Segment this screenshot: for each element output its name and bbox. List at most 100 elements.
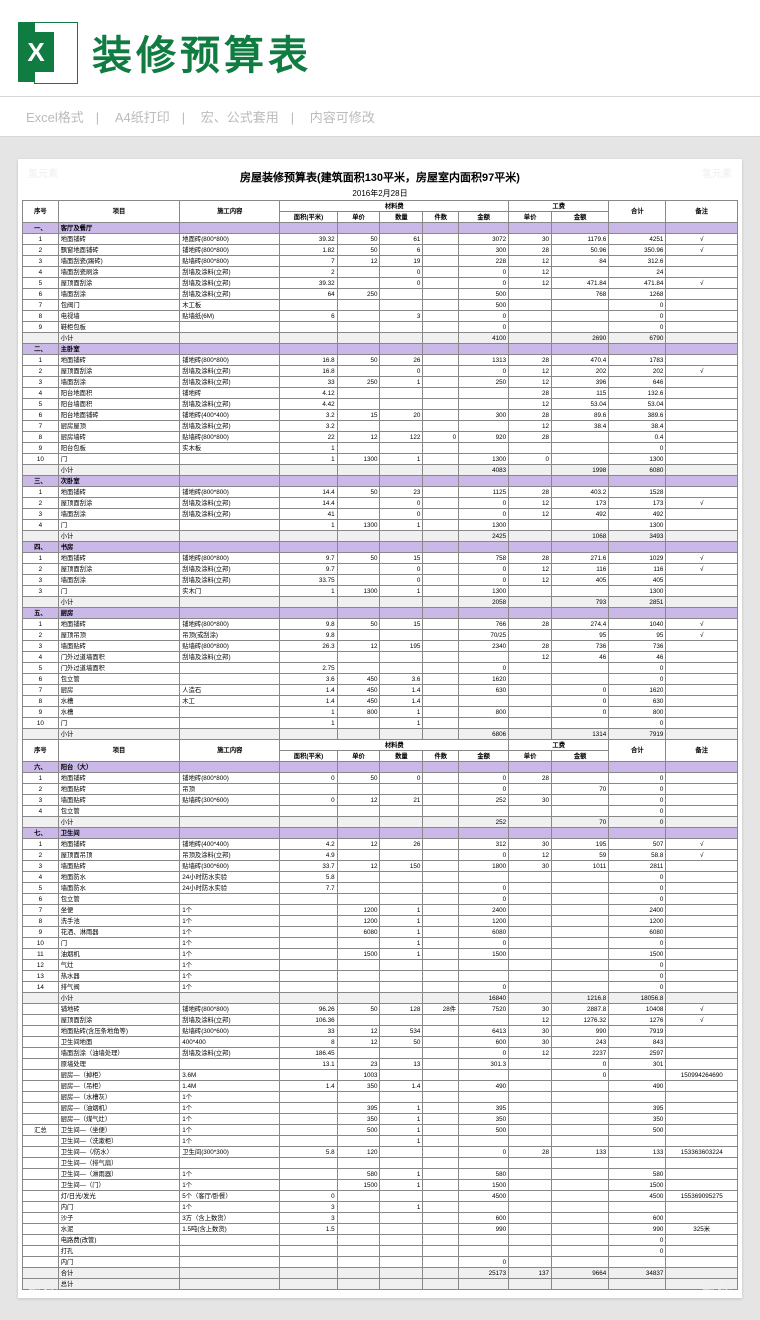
table-head: 序号项目施工内容材料费工费合计备注面积(平米)单价数量件数金额单价金额 bbox=[23, 201, 738, 223]
meta-format: Excel格式 bbox=[26, 110, 84, 125]
table-row: 2飘窗地面铺砖铺地砖(800*800)1.825063002850.96350.… bbox=[23, 245, 738, 256]
table-row: 8水槽木工1.44501.40630 bbox=[23, 696, 738, 707]
table-row: 9鞋柜包板00 bbox=[23, 322, 738, 333]
table-row: 11油烟机1个1500115001500 bbox=[23, 949, 738, 960]
table-row: 3墙面贴砖贴墙砖(300*600)33.71215018003010112811 bbox=[23, 861, 738, 872]
table-row: 3墙面贴砖贴墙砖(300*600)01221252300 bbox=[23, 795, 738, 806]
table-row: 5门外过道墙面积2.7500 bbox=[23, 663, 738, 674]
table-row: 卫生间—（淋雨器）1个5801580580 bbox=[23, 1169, 738, 1180]
table-row: 13热水器1个0 bbox=[23, 971, 738, 982]
table-row: 5屋顶面刮涂刮墙及涂料(立邦)39.320012471.84471.84√ bbox=[23, 278, 738, 289]
table-row: 5墙面防水24小时防水实验7.700 bbox=[23, 883, 738, 894]
table-row: 汇总卫生间—（坐便）1个5001500500 bbox=[23, 1125, 738, 1136]
table-row: 4阳台地面积铺地砖4.1228115132.6 bbox=[23, 388, 738, 399]
table-row: 地面贴砖(含压条地角等)贴墙砖(300*600)3312534641330990… bbox=[23, 1026, 738, 1037]
table-row: 1地面铺砖铺地砖(800*800)05000280 bbox=[23, 773, 738, 784]
table-row: 内门0 bbox=[23, 1257, 738, 1268]
table-row: 小计242510683493 bbox=[23, 531, 738, 542]
table-row: 7厨房人造石1.44501.463001620 bbox=[23, 685, 738, 696]
table-row: 10门1个100 bbox=[23, 938, 738, 949]
table-row: 4包立管0 bbox=[23, 806, 738, 817]
table-row: 三、次卧室 bbox=[23, 476, 738, 487]
table-row: 六、阳台（大） bbox=[23, 762, 738, 773]
table-row: 总计 bbox=[23, 1279, 738, 1290]
table-row: 2地面贴砖吊顶0700 bbox=[23, 784, 738, 795]
table-row: 4门11300113001300 bbox=[23, 520, 738, 531]
table-row: 3墙面刮涂刮墙及涂料(立邦)410012492492 bbox=[23, 509, 738, 520]
table-row: 一、客厅及餐厅 bbox=[23, 223, 738, 234]
table-row: 灯/日光/发光5个（客厅/卧餐）045004500155369095275 bbox=[23, 1191, 738, 1202]
table-row: 8厨房墙砖贴墙砖(800*800)22121220920280.4 bbox=[23, 432, 738, 443]
table-row: 2屋顶面吊顶吊顶及涂料(立邦)4.90125958.8√ bbox=[23, 850, 738, 861]
table-row: 7厨房屋顶刮墙及涂料(立邦)3.21238.438.4 bbox=[23, 421, 738, 432]
table-row: 水泥1.5吨(含上数货)1.5990990325米 bbox=[23, 1224, 738, 1235]
sheet-title: 房屋装修预算表(建筑面积130平米，房屋室内面积97平米) bbox=[22, 167, 738, 187]
table-row: 3墙面刮涂刮墙及涂料(立邦)33.750012405405 bbox=[23, 575, 738, 586]
table-row: 铺地砖铺地砖(800*800)96.265012828件7520302887.8… bbox=[23, 1004, 738, 1015]
table-row: 1地面铺砖铺地砖(800*800)9.8501576628274.41040√ bbox=[23, 619, 738, 630]
table-row: 小计408319986080 bbox=[23, 465, 738, 476]
table-row: 9水槽180018000800 bbox=[23, 707, 738, 718]
table-row: 7坐便1个1200124002400 bbox=[23, 905, 738, 916]
table-row: 2屋顶吊顶吊顶(或刮涂)9.870/259595√ bbox=[23, 630, 738, 641]
table-row: 墙面刮涂（油墙处理）刮墙及涂料(立邦)186.4501222372597 bbox=[23, 1048, 738, 1059]
table-row: 屋顶面刮涂刮墙及涂料(立邦)106.36121276.321276√ bbox=[23, 1015, 738, 1026]
meta-bar: Excel格式| A4纸打印| 宏、公式套用| 内容可修改 bbox=[0, 97, 760, 137]
table-row: 小计410026906790 bbox=[23, 333, 738, 344]
table-row: 小计168401216.818056.8 bbox=[23, 993, 738, 1004]
table-row: 4门外过道墙面积刮墙及涂料(立邦)124646 bbox=[23, 652, 738, 663]
table-row: 五、厨房 bbox=[23, 608, 738, 619]
page-body: 氢元素 氢元素 氢元素 氢元素 房屋装修预算表(建筑面积130平米，房屋室内面积… bbox=[0, 137, 760, 1320]
table-row: 1地面铺砖铺地砖(400*400)4.2122631230195507√ bbox=[23, 839, 738, 850]
table-row: 卫生间—（排气扇） bbox=[23, 1158, 738, 1169]
table-row: 合计25173137966434837 bbox=[23, 1268, 738, 1279]
table-row: 12气灶1个0 bbox=[23, 960, 738, 971]
table-row: 原墙处理13.12313301.30301 bbox=[23, 1059, 738, 1070]
meta-macro: 宏、公式套用 bbox=[201, 110, 279, 125]
table-row: 卫生间—（门）1个1500115001500 bbox=[23, 1180, 738, 1191]
table-row: 2屋顶面刮涂刮墙及涂料(立邦)16.80012202202√ bbox=[23, 366, 738, 377]
spreadsheet-preview: 氢元素 氢元素 氢元素 氢元素 房屋装修预算表(建筑面积130平米，房屋室内面积… bbox=[18, 159, 742, 1298]
table-row: 10门113001130001300 bbox=[23, 454, 738, 465]
table-row: 3墙面刮涂刮墙及涂料(立邦)33250125012396646 bbox=[23, 377, 738, 388]
table-row: 厨房—（吊柜）1.4M1.43501.4490490 bbox=[23, 1081, 738, 1092]
table-row: 2屋顶面刮涂刮墙及涂料(立邦)14.40012173173√ bbox=[23, 498, 738, 509]
table-row: 3墙面贴砖贴墙砖(800*800)26.312195234028736736 bbox=[23, 641, 738, 652]
table-row: 9阳台包板实木板10 bbox=[23, 443, 738, 454]
page-title: 装修预算表 bbox=[92, 23, 312, 81]
table-row: 4墙面刮瓷刷涂刮墙及涂料(立邦)2001224 bbox=[23, 267, 738, 278]
table-row: 二、主卧室 bbox=[23, 344, 738, 355]
table-row: 3墙面刮瓷(踢砖)贴墙砖(800*800)712192281284312.6 bbox=[23, 256, 738, 267]
table-row: 6墙面刮涂刮墙及涂料(立邦)642505007681268 bbox=[23, 289, 738, 300]
table-row: 小计20587932851 bbox=[23, 597, 738, 608]
table-row: 1地面铺砖地面砖(800*800)39.3250613072301179.642… bbox=[23, 234, 738, 245]
table-row: 沙子3方（含上数货）3600600 bbox=[23, 1213, 738, 1224]
table-row: 厨房—（水槽灰）1个 bbox=[23, 1092, 738, 1103]
meta-edit: 内容可修改 bbox=[310, 110, 375, 125]
table-row: 10门110 bbox=[23, 718, 738, 729]
table-row: 6包立管3.64503.616200 bbox=[23, 674, 738, 685]
table-row: 厨房—（煤气灶）1个3501350350 bbox=[23, 1114, 738, 1125]
table-row: 9花洒、淋雨器1个6080160806080 bbox=[23, 927, 738, 938]
table-row: 4地面防水24小时防水实验5.80 bbox=[23, 872, 738, 883]
table-row: 6阳台地面铺砖铺地砖(400*400)3.215203002889.6389.6 bbox=[23, 410, 738, 421]
table-row: 8洗手池1个1200112001200 bbox=[23, 916, 738, 927]
meta-print: A4纸打印 bbox=[115, 110, 170, 125]
table-row: 1地面铺砖铺地砖(800*800)16.85026131328470.41783 bbox=[23, 355, 738, 366]
table-row: 5阳台墙面积刮墙及涂料(立邦)4.421253.0453.04 bbox=[23, 399, 738, 410]
table-row: 厨房—（掉柜）3.6M10030150994264690 bbox=[23, 1070, 738, 1081]
table-row: 8电视墙贴墙纸(6M)6300 bbox=[23, 311, 738, 322]
table-row: 7包阀门木工板5000 bbox=[23, 300, 738, 311]
table-row: 14排气阀1个00 bbox=[23, 982, 738, 993]
table-row: 电路费(改管)0 bbox=[23, 1235, 738, 1246]
table-row: 卫生间地面400*4008125060030243843 bbox=[23, 1037, 738, 1048]
table-row: 打孔0 bbox=[23, 1246, 738, 1257]
table-row: 厨房—（油烟机）1个3951395395 bbox=[23, 1103, 738, 1114]
table-row: 小计252700 bbox=[23, 817, 738, 828]
table-row: 七、卫生间 bbox=[23, 828, 738, 839]
table-row: 2屋顶面刮涂刮墙及涂料(立邦)9.70012116116√ bbox=[23, 564, 738, 575]
table-body: 一、客厅及餐厅1地面铺砖地面砖(800*800)39.3250613072301… bbox=[23, 223, 738, 1290]
table-row: 3门实木门11300113001300 bbox=[23, 586, 738, 597]
excel-icon bbox=[18, 22, 78, 82]
table-row: 四、书房 bbox=[23, 542, 738, 553]
